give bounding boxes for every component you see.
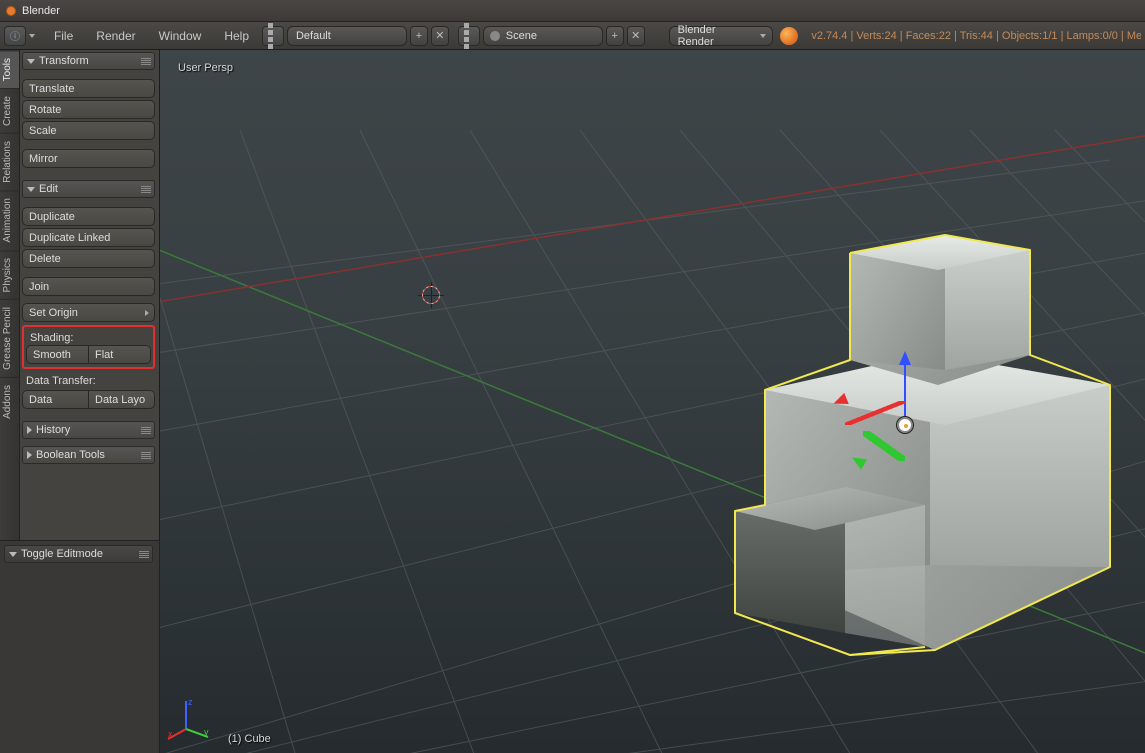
set-origin-dropdown[interactable]: Set Origin <box>22 303 155 322</box>
disclosure-right-icon <box>27 426 32 434</box>
manipulator-origin[interactable] <box>897 417 913 433</box>
vtab-grease-pencil[interactable]: Grease Pencil <box>0 299 19 377</box>
highlight-shading: Shading: Smooth Flat <box>22 325 155 369</box>
tool-shelf: Transform Translate Rotate Scale Mirror … <box>20 50 160 540</box>
section-boolean-header[interactable]: Boolean Tools <box>22 446 155 464</box>
shading-label: Shading: <box>26 329 151 345</box>
app-icon <box>6 6 16 16</box>
join-button[interactable]: Join <box>22 277 155 296</box>
mesh-object[interactable] <box>720 195 1120 695</box>
add-scene-button[interactable]: + <box>606 26 624 46</box>
disclosure-right-icon <box>27 451 32 459</box>
window-titlebar: Blender <box>0 0 1145 22</box>
boolean-header-label: Boolean Tools <box>36 449 105 461</box>
transform-header-label: Transform <box>39 55 89 67</box>
shading-buttons: Smooth Flat <box>26 345 151 364</box>
smooth-button[interactable]: Smooth <box>26 345 89 364</box>
render-engine-selector[interactable]: Blender Render <box>669 26 774 46</box>
disclosure-down-icon <box>27 187 35 192</box>
svg-text:y: y <box>204 727 209 737</box>
render-engine-label: Blender Render <box>678 24 755 48</box>
toggle-editmode-label: Toggle Editmode <box>21 548 103 560</box>
data-transfer-buttons: Data Data Layo <box>22 390 155 409</box>
add-layout-button[interactable]: + <box>410 26 428 46</box>
flat-button[interactable]: Flat <box>89 345 151 364</box>
vtab-relations[interactable]: Relations <box>0 133 19 190</box>
section-edit-header[interactable]: Edit <box>22 180 155 198</box>
menu-render[interactable]: Render <box>86 29 145 43</box>
duplicate-linked-button[interactable]: Duplicate Linked <box>22 228 155 247</box>
mirror-button[interactable]: Mirror <box>22 149 155 168</box>
grip-icon <box>139 551 149 558</box>
grip-icon <box>141 427 151 434</box>
rotate-button[interactable]: Rotate <box>22 100 155 119</box>
top-header: ⓘ File Render Window Help Default + ✕ Sc… <box>0 22 1145 50</box>
scene-selector[interactable]: Scene <box>483 26 603 46</box>
data-button[interactable]: Data <box>22 390 89 409</box>
grip-icon <box>141 58 151 65</box>
layout-browse-icon[interactable] <box>262 26 284 46</box>
data-layout-button[interactable]: Data Layo <box>89 390 155 409</box>
remove-scene-button[interactable]: ✕ <box>627 26 645 46</box>
disclosure-down-icon <box>9 552 17 557</box>
z-arrow-icon[interactable] <box>899 351 911 365</box>
axis-mini-icon: z y x <box>166 695 214 743</box>
duplicate-button[interactable]: Duplicate <box>22 207 155 226</box>
vtab-animation[interactable]: Animation <box>0 190 19 249</box>
y-axis[interactable] <box>863 431 905 461</box>
info-editor-icon[interactable]: ⓘ <box>4 26 26 46</box>
section-transform-header[interactable]: Transform <box>22 52 155 70</box>
svg-text:z: z <box>188 697 193 707</box>
svg-text:x: x <box>168 729 173 739</box>
work-area: Tools Create Relations Animation Physics… <box>0 50 1145 753</box>
vtab-tools[interactable]: Tools <box>0 50 19 88</box>
vtab-addons[interactable]: Addons <box>0 377 19 426</box>
3d-viewport[interactable]: User Persp (1) Cube z y x <box>160 50 1145 753</box>
remove-layout-button[interactable]: ✕ <box>431 26 449 46</box>
translate-button[interactable]: Translate <box>22 79 155 98</box>
scene-label: Scene <box>506 30 537 42</box>
screen-layout-selector[interactable]: Default <box>287 26 407 46</box>
history-header-label: History <box>36 424 70 436</box>
menu-file[interactable]: File <box>44 29 83 43</box>
disclosure-down-icon <box>27 59 35 64</box>
grip-icon <box>141 186 151 193</box>
view-label: User Persp <box>178 62 233 74</box>
scale-button[interactable]: Scale <box>22 121 155 140</box>
vtab-physics[interactable]: Physics <box>0 250 19 299</box>
section-history-header[interactable]: History <box>22 421 155 439</box>
grip-icon <box>141 452 151 459</box>
menu-window[interactable]: Window <box>149 29 212 43</box>
window-title: Blender <box>22 5 60 17</box>
edit-header-label: Edit <box>39 183 58 195</box>
active-object-label: (1) Cube <box>228 733 271 745</box>
data-transfer-label: Data Transfer: <box>22 372 155 388</box>
editor-type-dropdown-icon[interactable] <box>29 34 35 38</box>
blender-logo-icon <box>780 27 798 45</box>
operator-panel: Toggle Editmode <box>0 540 160 753</box>
delete-button[interactable]: Delete <box>22 249 155 268</box>
screen-layout-label: Default <box>296 30 331 42</box>
scene-stats: v2.74.4 | Verts:24 | Faces:22 | Tris:44 … <box>811 30 1141 42</box>
scene-icon <box>490 31 500 41</box>
scene-browse-icon[interactable] <box>458 26 480 46</box>
x-axis[interactable] <box>845 401 905 425</box>
3d-cursor <box>418 282 444 308</box>
menu-help[interactable]: Help <box>214 29 259 43</box>
toggle-editmode-header[interactable]: Toggle Editmode <box>4 545 153 563</box>
vtab-create[interactable]: Create <box>0 88 19 133</box>
